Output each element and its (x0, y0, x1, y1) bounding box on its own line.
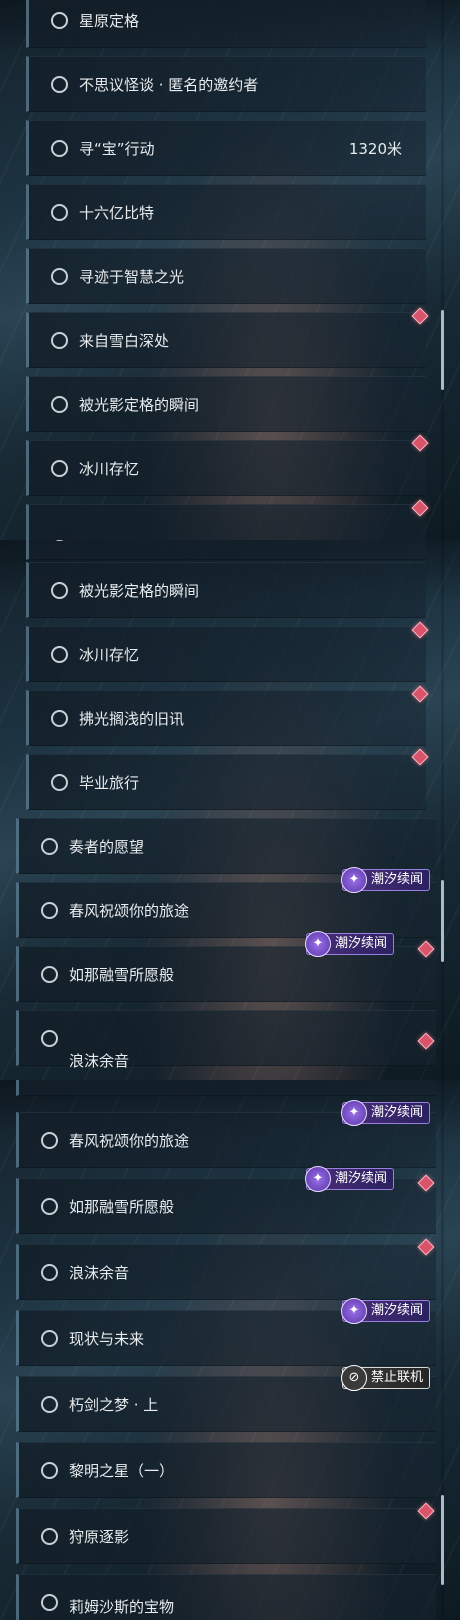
circle-outline-icon (51, 710, 68, 727)
quest-label: 如那融雪所愿般 (69, 1198, 175, 1216)
circle-outline-icon (51, 540, 68, 541)
quest-list-screen-3: 春风祝颂你的旅途 如那融雪所愿般 浪沫余音 现状与未来 朽剑之梦 · 上 黎明之… (0, 1080, 460, 1620)
quest-item[interactable]: 冰川存忆 (26, 440, 426, 496)
quest-label: 毕业旅行 (79, 774, 140, 792)
quest-label: 来自雪白深处 (79, 332, 170, 350)
quest-item[interactable]: 莉姆沙斯的宝物 (16, 1574, 436, 1620)
quest-label: 黎明之星（一） (69, 1462, 175, 1480)
scrollbar-thumb[interactable] (441, 310, 444, 390)
quest-item[interactable]: 奏者的愿望 (16, 818, 436, 874)
quest-label: 来自雪白深处 (79, 540, 169, 561)
quest-item[interactable]: 十六亿比特 (26, 184, 426, 240)
circle-outline-icon (41, 1528, 58, 1545)
quest-item[interactable] (16, 1080, 436, 1096)
chaoxi-tag: ✦ 潮汐续闻 (341, 1298, 431, 1324)
quest-label: 拂光搁浅的旧讯 (79, 710, 185, 728)
quest-item[interactable] (26, 504, 426, 540)
quest-label: 冰川存忆 (79, 646, 140, 664)
circle-outline-icon (41, 1330, 58, 1347)
quest-item[interactable]: 冰川存忆 (26, 626, 426, 682)
quest-label: 狩原逐影 (69, 1528, 130, 1546)
circle-outline-icon (51, 76, 68, 93)
sparkle-crescent-icon: ✦ (305, 931, 331, 957)
quest-item[interactable]: 被光影定格的瞬间 (26, 562, 426, 618)
tag-label: 潮汐续闻 (335, 1171, 388, 1186)
quest-label: 春风祝颂你的旅途 (69, 902, 190, 920)
sparkle-crescent-icon: ✦ (341, 1100, 367, 1126)
quest-label: 浪沫余音 (69, 1052, 130, 1070)
tag-label: 潮汐续闻 (371, 1105, 424, 1120)
sparkle-crescent-icon: ✦ (305, 1166, 331, 1192)
tag-label: 潮汐续闻 (371, 1303, 424, 1318)
quest-label: 莉姆沙斯的宝物 (69, 1598, 175, 1616)
circle-outline-icon (41, 966, 58, 983)
chaoxi-tag: ✦ 潮汐续闻 (341, 867, 431, 893)
sparkle-crescent-icon: ✦ (341, 867, 367, 893)
quest-item[interactable]: 来自雪白深处 (26, 312, 426, 368)
quest-item[interactable]: 不思议怪谈 · 匿名的邀约者 (26, 56, 426, 112)
quest-item[interactable]: 浪沫余音 (16, 1010, 436, 1070)
quest-item[interactable]: 来自雪白深处 (26, 540, 426, 560)
quest-label: 浪沫余音 (69, 1264, 130, 1282)
circle-outline-icon (41, 1396, 58, 1413)
chaoxi-tag: ✦ 潮汐续闻 (341, 1100, 431, 1126)
circle-outline-icon (51, 204, 68, 221)
circle-outline-icon (51, 460, 68, 477)
quest-list-screen-2: 来自雪白深处 被光影定格的瞬间 冰川存忆 拂光搁浅的旧讯 毕业旅行 奏者的愿望 … (0, 540, 460, 1080)
quest-label: 春风祝颂你的旅途 (69, 1132, 190, 1150)
scrollbar-track (441, 0, 444, 540)
quest-item[interactable]: 黎明之星（一） (16, 1442, 436, 1498)
scrollbar-track (441, 540, 444, 1080)
circle-outline-icon (51, 646, 68, 663)
tag-label: 禁止联机 (371, 1370, 424, 1385)
quest-label: 寻迹于智慧之光 (79, 268, 185, 286)
circle-outline-icon (41, 1132, 58, 1149)
quest-label: 十六亿比特 (79, 204, 155, 222)
chaoxi-tag: ✦ 潮汐续闻 (305, 931, 395, 957)
tag-label: 潮汐续闻 (335, 936, 388, 951)
circle-outline-icon (51, 268, 68, 285)
no-multiplayer-icon: ⊘ (341, 1365, 367, 1391)
quest-item[interactable]: 星原定格 (26, 0, 426, 48)
circle-outline-icon (41, 838, 58, 855)
scrollbar-thumb[interactable] (441, 1495, 444, 1585)
quest-list-screen-1: 星原定格 不思议怪谈 · 匿名的邀约者 寻“宝”行动 1320米 十六亿比特 寻… (0, 0, 460, 540)
no-multiplayer-tag: ⊘ 禁止联机 (341, 1365, 431, 1391)
circle-outline-icon (41, 1462, 58, 1479)
circle-outline-icon (41, 1594, 58, 1611)
quest-label: 被光影定格的瞬间 (79, 396, 200, 414)
quest-label: 朽剑之梦 · 上 (69, 1396, 159, 1414)
quest-label: 寻“宝”行动 (79, 140, 155, 158)
quest-item[interactable]: 寻迹于智慧之光 (26, 248, 426, 304)
circle-outline-icon (51, 774, 68, 791)
circle-outline-icon (51, 12, 68, 29)
quest-item[interactable]: 寻“宝”行动 1320米 (26, 120, 426, 176)
circle-outline-icon (41, 1030, 58, 1047)
tag-label: 潮汐续闻 (371, 872, 424, 887)
circle-outline-icon (51, 396, 68, 413)
circle-outline-icon (41, 1198, 58, 1215)
circle-outline-icon (41, 1264, 58, 1281)
circle-outline-icon (51, 332, 68, 349)
circle-outline-icon (51, 582, 68, 599)
quest-item[interactable]: 浪沫余音 (16, 1244, 436, 1300)
circle-outline-icon (51, 140, 68, 157)
quest-distance: 1320米 (348, 140, 402, 158)
quest-label: 星原定格 (79, 12, 140, 30)
quest-item[interactable]: 狩原逐影 (16, 1508, 436, 1564)
quest-item[interactable]: 被光影定格的瞬间 (26, 376, 426, 432)
quest-item[interactable]: 拂光搁浅的旧讯 (26, 690, 426, 746)
scrollbar-thumb[interactable] (441, 880, 444, 962)
chaoxi-tag: ✦ 潮汐续闻 (305, 1166, 395, 1192)
quest-label: 冰川存忆 (79, 460, 140, 478)
quest-label: 奏者的愿望 (69, 838, 145, 856)
quest-label: 如那融雪所愿般 (69, 966, 175, 984)
circle-outline-icon (41, 902, 58, 919)
sparkle-crescent-icon: ✦ (341, 1298, 367, 1324)
quest-label: 现状与未来 (69, 1330, 145, 1348)
quest-label: 不思议怪谈 · 匿名的邀约者 (79, 76, 259, 94)
quest-item[interactable]: 毕业旅行 (26, 754, 426, 810)
quest-label: 被光影定格的瞬间 (79, 582, 200, 600)
